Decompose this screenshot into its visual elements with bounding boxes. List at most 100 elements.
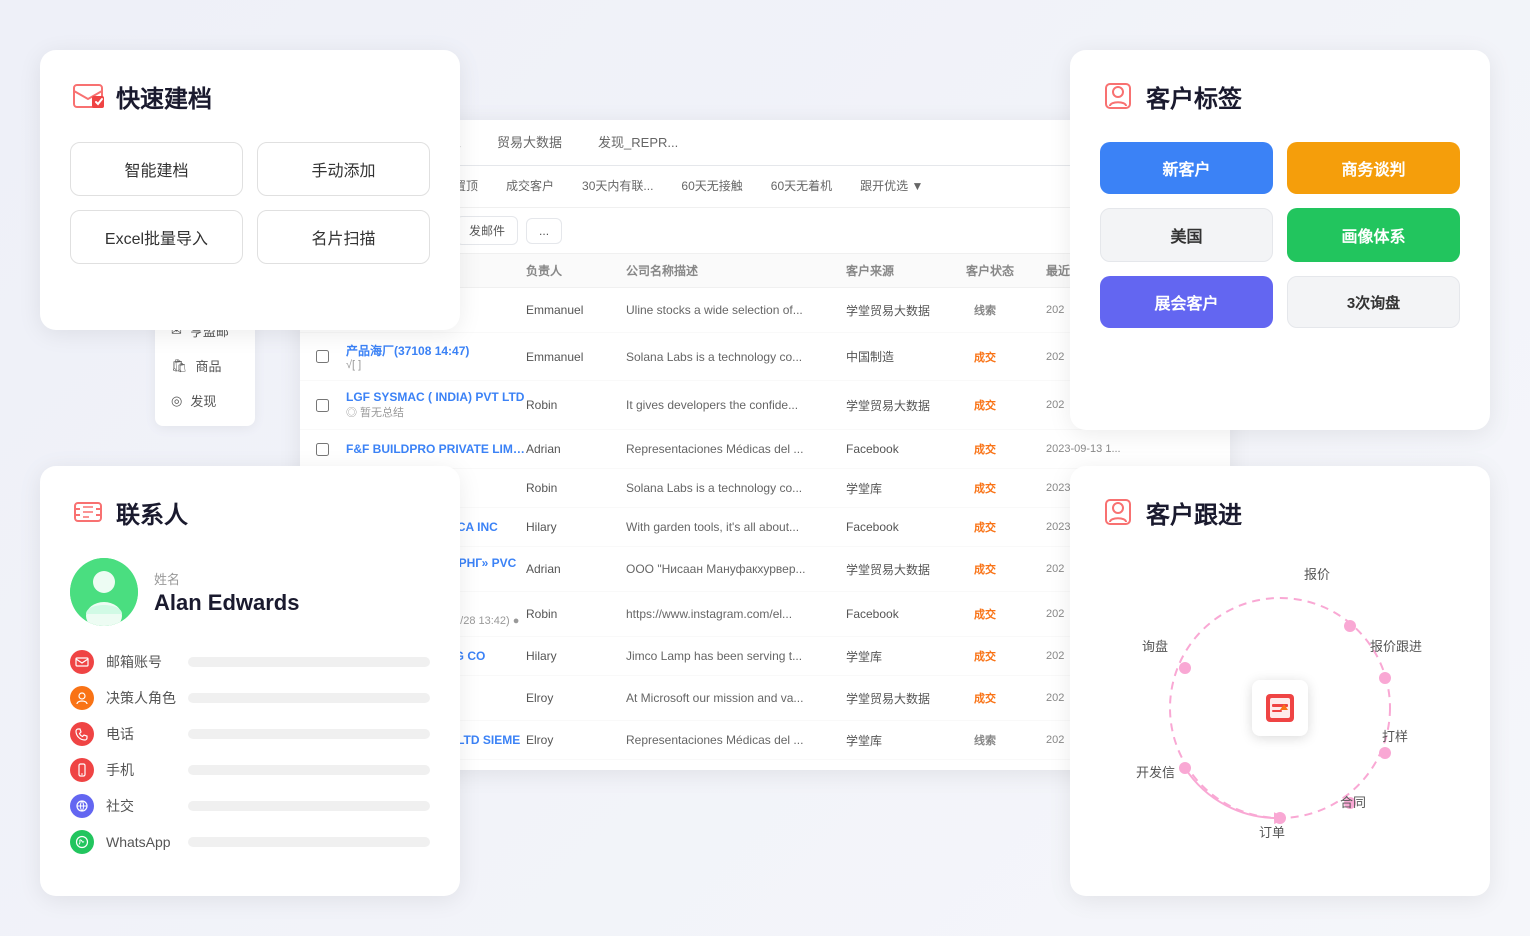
quick-archive-card: 快速建档 智能建档 手动添加 Excel批量导入 名片扫描 [40,50,460,330]
row-desc: Representaciones Médicas del ... [626,733,846,747]
customer-tags-title: 客户标签 [1100,78,1460,114]
label-contract: 合同 [1340,792,1366,811]
row-checkbox[interactable] [316,350,329,363]
phone-label: 电话 [106,724,176,744]
tag-portrait-system[interactable]: 画像体系 [1287,208,1460,262]
smart-archive-btn[interactable]: 智能建档 [70,142,243,196]
contact-title-text: 联系人 [116,495,188,530]
row-source: Facebook [846,520,966,534]
row-source: 学堂贸易大数据 [846,690,966,707]
row-owner: Hilary [526,649,626,663]
whatsapp-value-bar [188,837,430,847]
subtab-60days-machine[interactable]: 60天无着机 [759,172,844,201]
row-checkbox[interactable] [316,443,329,456]
row-status: 成交 [966,559,1046,579]
discover-icon: ◎ [171,393,182,409]
col-desc: 公司名称描述 [626,262,846,279]
goods-label: 商品 [196,356,222,375]
role-icon [70,686,94,710]
row-desc: With garden tools, it's all about... [626,520,846,534]
phone-icon [70,722,94,746]
row-company: LGF SYSMAC ( INDIA) PVT LTD ◎ 暂无总结 [346,390,526,420]
tab-discover[interactable]: 发现_REPR... [580,120,696,165]
row-source: 学堂贸易大数据 [846,302,966,319]
followup-center-icon [1252,680,1308,736]
row-desc: Representaciones Médicas del ... [626,442,846,456]
row-status: 成交 [966,646,1046,666]
row-checkbox-cell [316,350,346,363]
social-value-bar [188,801,430,811]
row-owner: Hilary [526,520,626,534]
label-quote-followup: 报价跟进 [1370,636,1422,655]
tab-trade-data[interactable]: 贸易大数据 [479,120,580,165]
row-company: 产品海厂(37108 14:47) √[ ] [346,342,526,371]
row-source: 学堂库 [846,648,966,665]
subtab-preferred[interactable]: 跟开优选 ▼ [848,172,935,201]
row-status: 成交 [966,347,1046,367]
subtab-30days[interactable]: 30天内有联... [570,172,665,201]
goods-icon: 🛍 [171,358,188,374]
quick-btn-grid: 智能建档 手动添加 Excel批量导入 名片扫描 [70,142,430,264]
row-status: 成交 [966,517,1046,537]
row-status: 成交 [966,478,1046,498]
row-desc: ООО "Нисаан Мануфакхурвер... [626,562,846,576]
subtab-deal[interactable]: 成交客户 [494,172,566,201]
tag-exhibition-customer[interactable]: 展会客户 [1100,276,1273,328]
row-owner: Elroy [526,691,626,705]
label-sample: 打样 [1382,726,1408,745]
row-source: 学堂贸易大数据 [846,397,966,414]
whatsapp-label: WhatsApp [106,834,176,850]
mobile-value-bar [188,765,430,775]
row-owner: Elroy [526,733,626,747]
contact-field-mobile: 手机 [70,758,430,782]
sidebar-item-discover[interactable]: ◎ 发现 [155,383,255,418]
row-status: 成交 [966,395,1046,415]
contact-title: 联系人 [70,494,430,530]
tags-grid: 新客户 商务谈判 美国 画像体系 展会客户 3次询盘 [1100,142,1460,328]
row-checkbox[interactable] [316,399,329,412]
send-email-btn[interactable]: 发邮件 [456,216,518,245]
row-source: Facebook [846,442,966,456]
quick-archive-title-text: 快速建档 [116,79,212,114]
more-actions-btn[interactable]: ... [526,218,562,244]
contact-field-whatsapp: WhatsApp [70,830,430,854]
row-owner: Robin [526,398,626,412]
row-desc: It gives developers the confide... [626,398,846,412]
manual-add-btn[interactable]: 手动添加 [257,142,430,196]
followup-circle-container: 报价 报价跟进 打样 合同 订单 开发信 询盘 [1130,558,1430,858]
row-owner: Adrian [526,442,626,456]
subtab-60days-no[interactable]: 60天无接触 [669,172,754,201]
table-row[interactable]: F&F BUILDPRO PRIVATE LIMITED Adrian Repr… [300,430,1230,469]
contact-field-email: 邮箱账号 [70,650,430,674]
row-desc: https://www.instagram.com/el... [626,607,846,621]
col-source: 客户来源 [846,262,966,279]
contact-name-label: 姓名 [154,569,299,588]
row-checkbox-cell [316,443,346,456]
row-source: 学堂库 [846,480,966,497]
contact-name: Alan Edwards [154,590,299,616]
row-desc: Solana Labs is a technology co... [626,350,846,364]
excel-import-btn[interactable]: Excel批量导入 [70,210,243,264]
tag-inquiry-count[interactable]: 3次询盘 [1287,276,1460,328]
row-owner: Emmanuel [526,303,626,317]
tags-icon [1100,78,1136,114]
row-owner: Robin [526,607,626,621]
contact-name-block: 姓名 Alan Edwards [154,569,299,616]
mobile-label: 手机 [106,760,176,780]
business-card-btn[interactable]: 名片扫描 [257,210,430,264]
page-wrapper: 快速建档 智能建档 手动添加 Excel批量导入 名片扫描 ↓ 下属 ✉ 亨盟邮… [0,0,1530,936]
social-icon [70,794,94,818]
col-status: 客户状态 [966,262,1046,279]
tag-business-negotiation[interactable]: 商务谈判 [1287,142,1460,194]
followup-icon [1100,494,1136,530]
sidebar-item-goods[interactable]: 🛍 商品 [155,348,255,383]
contact-card: 联系人 姓名 Alan Edwards [40,466,460,896]
followup-title: 客户跟进 [1100,494,1460,530]
row-source: 学堂库 [846,732,966,749]
row-desc: Jimco Lamp has been serving t... [626,649,846,663]
label-inquiry: 询盘 [1142,636,1168,655]
row-status: 成交 [966,688,1046,708]
row-status: 线索 [966,730,1046,750]
tag-usa[interactable]: 美国 [1100,208,1273,262]
tag-new-customer[interactable]: 新客户 [1100,142,1273,194]
